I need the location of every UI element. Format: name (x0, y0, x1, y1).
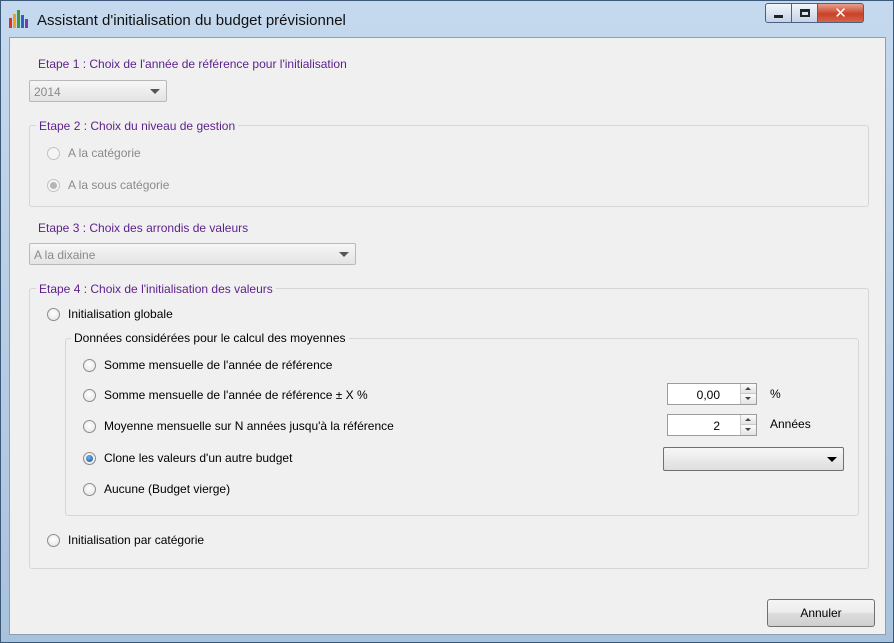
radio-empty-budget[interactable]: Aucune (Budget vierge) (83, 481, 230, 497)
step1-label: Etape 1 : Choix de l'année de référence … (38, 57, 347, 71)
radio-clone-budget[interactable]: Clone les valeurs d'un autre budget (83, 450, 292, 466)
radio-label: A la sous catégorie (68, 178, 170, 192)
maximize-icon (799, 9, 810, 17)
chevron-down-icon (150, 89, 160, 94)
cancel-button[interactable]: Annuler (767, 599, 875, 627)
stepper-up-icon[interactable] (741, 415, 756, 425)
radio-label: Clone les valeurs d'un autre budget (104, 451, 293, 465)
years-stepper[interactable]: 2 (667, 414, 757, 436)
stepper-down-icon[interactable] (741, 394, 756, 404)
radio-button[interactable] (83, 482, 96, 496)
radio-label: Initialisation globale (68, 307, 173, 321)
budget-app-icon (9, 10, 29, 28)
stepper-down-icon[interactable] (741, 425, 756, 435)
step3-label: Etape 3 : Choix des arrondis de valeurs (38, 221, 249, 235)
close-icon: ✕ (834, 3, 847, 22)
minimize-icon (774, 14, 783, 18)
radio-button[interactable] (47, 307, 60, 321)
stepper-up-icon[interactable] (741, 384, 756, 394)
stepper-buttons (740, 415, 756, 435)
stepper-buttons (740, 384, 756, 404)
step2-label: Etape 2 : Choix du niveau de gestion (36, 119, 239, 133)
percent-unit: % (770, 387, 781, 401)
radio-label: A la catégorie (68, 146, 141, 160)
chevron-down-icon (339, 252, 349, 257)
reference-year-value: 2014 (34, 85, 61, 99)
radio-label: Somme mensuelle de l'année de référence (104, 358, 333, 372)
averages-group-label: Données considérées pour le calcul des m… (71, 331, 349, 345)
rounding-value: A la dixaine (34, 248, 96, 262)
step2-group (29, 125, 869, 207)
radio-label: Initialisation par catégorie (68, 533, 205, 547)
step4-label: Etape 4 : Choix de l'initialisation des … (36, 282, 276, 296)
maximize-button[interactable] (792, 3, 818, 23)
radio-init-global[interactable]: Initialisation globale (47, 306, 173, 322)
window-controls: ✕ (765, 3, 864, 25)
radio-level-subcategory[interactable]: A la sous catégorie (47, 177, 169, 193)
title-bar[interactable]: Assistant d'initialisation du budget pré… (1, 1, 893, 37)
rounding-select[interactable]: A la dixaine (29, 243, 356, 265)
close-button[interactable]: ✕ (818, 3, 864, 23)
budget-select[interactable] (663, 447, 844, 471)
radio-label: Aucune (Budget vierge) (104, 482, 231, 496)
radio-button[interactable] (47, 533, 60, 547)
dialog-window: Assistant d'initialisation du budget pré… (0, 0, 894, 643)
radio-label: Moyenne mensuelle sur N années jusqu'à l… (104, 419, 394, 433)
radio-button[interactable] (83, 388, 96, 402)
radio-init-by-category[interactable]: Initialisation par catégorie (47, 532, 204, 548)
radio-button[interactable] (47, 178, 60, 192)
radio-monthly-sum[interactable]: Somme mensuelle de l'année de référence (83, 357, 332, 373)
window-title: Assistant d'initialisation du budget pré… (37, 12, 346, 29)
radio-button[interactable] (83, 419, 96, 433)
radio-level-category[interactable]: A la catégorie (47, 145, 141, 161)
chevron-down-icon (827, 457, 837, 462)
radio-button[interactable] (83, 358, 96, 372)
reference-year-select[interactable]: 2014 (29, 80, 167, 102)
percent-stepper[interactable]: 0,00 (667, 383, 757, 405)
years-unit: Années (770, 417, 811, 431)
radio-label: Somme mensuelle de l'année de référence … (104, 388, 368, 402)
years-value: 2 (713, 419, 720, 433)
dialog-content: Etape 1 : Choix de l'année de référence … (9, 37, 886, 635)
radio-button[interactable] (83, 451, 96, 465)
radio-monthly-average[interactable]: Moyenne mensuelle sur N années jusqu'à l… (83, 418, 394, 434)
minimize-button[interactable] (765, 3, 792, 23)
percent-value: 0,00 (696, 388, 720, 402)
radio-monthly-sum-percent[interactable]: Somme mensuelle de l'année de référence … (83, 387, 368, 403)
radio-button[interactable] (47, 146, 60, 160)
